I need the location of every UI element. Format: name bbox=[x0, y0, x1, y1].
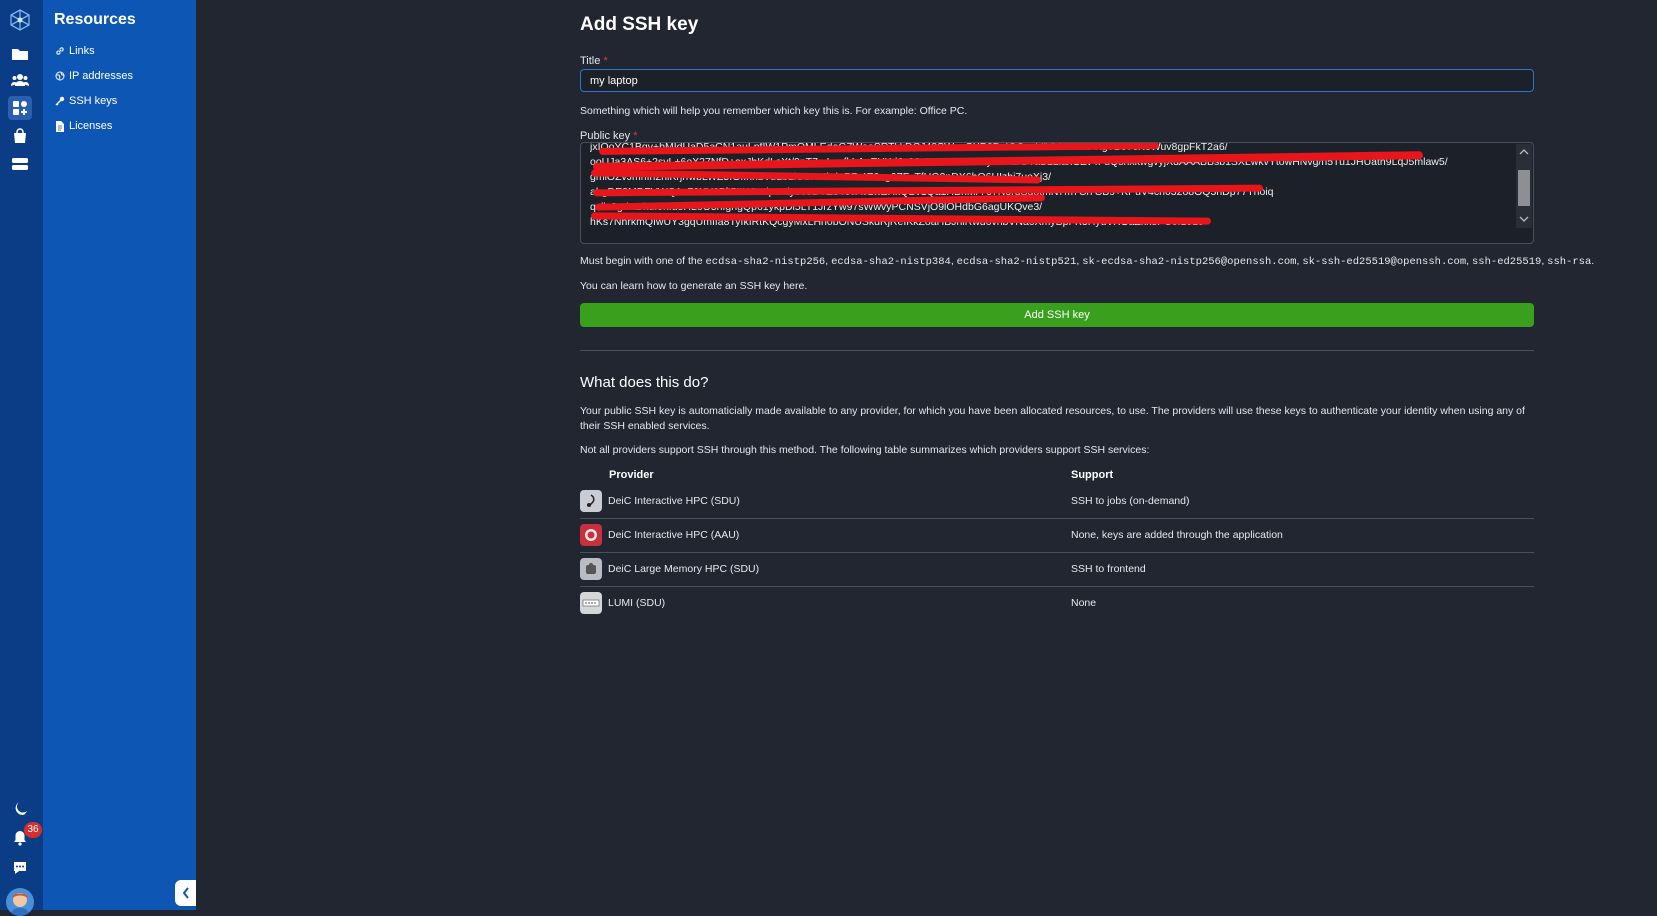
info-paragraph: Not all providers support SSH through th… bbox=[580, 444, 1150, 456]
title-hint: Something which will help you remember w… bbox=[580, 105, 968, 117]
sidebar-item-links[interactable]: Links bbox=[55, 45, 95, 57]
users-icon[interactable] bbox=[8, 68, 32, 92]
divider bbox=[580, 350, 1534, 351]
public-key-textarea[interactable]: jxIOoYC1Bgv+bMIdUaD5aCN1auLpfIW1PmOMLEde… bbox=[580, 142, 1534, 244]
public-key-label: Public key * bbox=[580, 130, 638, 142]
key-format-hint: Must begin with one of the ecdsa-sha2-ni… bbox=[580, 255, 1595, 268]
provider-logo-icon bbox=[580, 592, 602, 614]
storage-icon[interactable] bbox=[8, 152, 32, 176]
key-type: ecdsa-sha2-nistp256 bbox=[705, 256, 826, 268]
link-icon bbox=[56, 47, 64, 55]
provider-logo-icon bbox=[580, 558, 602, 580]
table-row: DeiC Interactive HPC (SDU) SSH to jobs (… bbox=[580, 484, 1534, 519]
provider-support: None, keys are added through the applica… bbox=[1071, 529, 1283, 541]
key-type: ecdsa-sha2-nistp384 bbox=[831, 256, 951, 268]
add-ssh-key-button[interactable]: Add SSH key bbox=[580, 303, 1534, 327]
provider-support: SSH to frontend bbox=[1071, 563, 1146, 575]
provider-name: DeiC Interactive HPC (AAU) bbox=[608, 529, 740, 541]
key-type: sk-ssh-ed25519@openssh.com bbox=[1302, 256, 1467, 268]
key-icon bbox=[55, 96, 65, 106]
sidebar-item-label: SSH keys bbox=[69, 95, 118, 107]
public-key-label-text: Public key bbox=[580, 130, 631, 142]
title-input[interactable] bbox=[580, 69, 1534, 92]
learn-link[interactable]: You can learn how to generate an SSH key… bbox=[580, 280, 807, 292]
column-header-provider: Provider bbox=[609, 469, 654, 481]
table-row: DeiC Interactive HPC (AAU) None, keys ar… bbox=[580, 518, 1534, 553]
table-row: LUMI (SDU) None bbox=[580, 586, 1534, 620]
chat-icon[interactable] bbox=[8, 856, 32, 880]
info-paragraph: Your public SSH key is automaticially ma… bbox=[580, 405, 1525, 432]
page-title: Add SSH key bbox=[580, 14, 699, 35]
provider-name: LUMI (SDU) bbox=[608, 597, 666, 609]
scrollbar-thumb[interactable] bbox=[1518, 170, 1530, 206]
title-label-text: Title bbox=[580, 55, 601, 67]
key-type: ecdsa-sha2-nistp521 bbox=[956, 256, 1077, 268]
document-icon bbox=[56, 120, 64, 132]
key-format-prefix: Must begin with one of the bbox=[580, 255, 703, 267]
sidebar-item-ssh-keys[interactable]: SSH keys bbox=[55, 95, 117, 107]
globe-icon bbox=[55, 71, 65, 81]
sidebar-item-label: IP addresses bbox=[69, 70, 134, 82]
resources-icon[interactable] bbox=[8, 96, 32, 120]
key-type: sk-ecdsa-sha2-nistp256@openssh.com bbox=[1082, 256, 1297, 268]
chevron-left-icon bbox=[182, 887, 189, 899]
collapse-sidebar-button[interactable] bbox=[175, 880, 196, 906]
provider-support: SSH to jobs (on-demand) bbox=[1071, 495, 1190, 507]
scroll-down-icon[interactable] bbox=[1516, 214, 1532, 224]
provider-logo-icon bbox=[580, 490, 602, 512]
provider-name: DeiC Large Memory HPC (SDU) bbox=[608, 563, 760, 575]
avatar[interactable] bbox=[6, 888, 34, 916]
section-heading: What does this do? bbox=[580, 374, 709, 391]
provider-logo-icon bbox=[580, 524, 602, 546]
key-type: ssh-ed25519 bbox=[1472, 256, 1542, 268]
logo-icon[interactable] bbox=[6, 6, 34, 34]
notification-count-badge: 36 bbox=[24, 822, 42, 838]
resources-panel: Resources Links IP addresses SSH keys Li… bbox=[43, 0, 196, 910]
provider-name: DeiC Interactive HPC (SDU) bbox=[608, 495, 740, 507]
sidebar-item-licenses[interactable]: Licenses bbox=[55, 120, 112, 132]
sidebar-item-label: Licenses bbox=[69, 120, 113, 132]
table-row: DeiC Large Memory HPC (SDU) SSH to front… bbox=[580, 552, 1534, 587]
column-header-support: Support bbox=[1071, 469, 1114, 481]
title-label: Title * bbox=[580, 55, 608, 67]
textarea-scrollbar[interactable] bbox=[1516, 144, 1532, 228]
scroll-up-icon[interactable] bbox=[1516, 147, 1532, 157]
icon-rail: 36 bbox=[0, 0, 43, 916]
provider-support: None bbox=[1071, 597, 1097, 609]
sidebar-item-ip-addresses[interactable]: IP addresses bbox=[55, 70, 133, 82]
key-type: ssh-rsa bbox=[1547, 256, 1592, 268]
folder-icon[interactable] bbox=[8, 42, 32, 66]
moon-icon[interactable] bbox=[8, 797, 32, 821]
sidebar-item-label: Links bbox=[69, 45, 95, 57]
panel-title: Resources bbox=[54, 11, 136, 28]
shop-icon[interactable] bbox=[8, 124, 32, 148]
